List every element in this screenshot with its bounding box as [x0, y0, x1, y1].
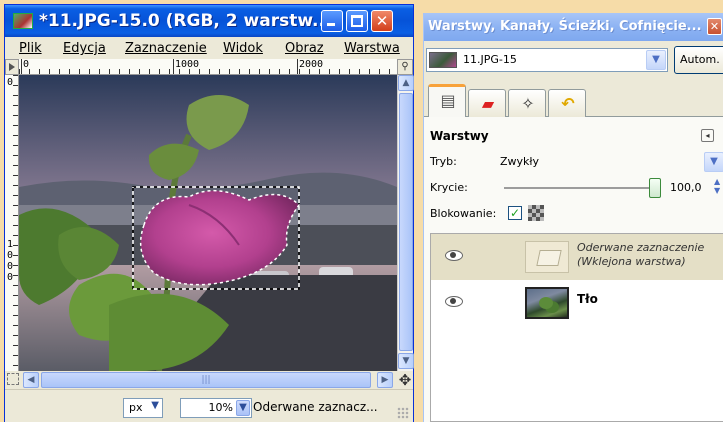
- zoom-toggle-icon[interactable]: ⚲: [397, 59, 413, 75]
- image-window-titlebar[interactable]: *11.JPG-15.0 (RGB, 2 warstw... ✕: [5, 5, 413, 37]
- ruler-label: 0: [21, 59, 29, 74]
- layers-panel: Warstwy ◂ Tryb: Zwykły ▼ Krycie: 100,0 ▲…: [424, 117, 723, 422]
- quick-menu-button[interactable]: [5, 59, 19, 75]
- opacity-spinner-icon[interactable]: ▲ ▼: [714, 177, 723, 197]
- lock-alpha-icon[interactable]: [528, 205, 544, 221]
- close-button[interactable]: ✕: [371, 10, 393, 32]
- menu-plik[interactable]: Plik: [19, 41, 42, 56]
- quick-mask-icon[interactable]: [7, 373, 19, 385]
- menu-zaznaczenie[interactable]: Zaznaczenie: [125, 41, 207, 56]
- horizontal-scroll-thumb[interactable]: |||: [41, 372, 371, 388]
- menubar: Plik Edycja Zaznaczenie Widok Obraz Wars…: [5, 37, 413, 59]
- vertical-scroll-thumb[interactable]: [399, 93, 413, 351]
- unit-value: px: [129, 401, 143, 414]
- image-selector-row: 11.JPG-15 ▼ Autom.: [424, 41, 723, 79]
- close-icon: ✕: [375, 12, 389, 30]
- resize-grip-icon[interactable]: [397, 407, 409, 419]
- tab-layers[interactable]: ▤: [428, 84, 466, 118]
- panel-menu-icon[interactable]: ◂: [701, 129, 714, 142]
- unit-select[interactable]: px ▼: [123, 398, 163, 418]
- ruler-label: 1000: [173, 59, 199, 74]
- navigate-icon[interactable]: ✥: [397, 372, 413, 388]
- menu-edycja[interactable]: Edycja: [63, 41, 106, 56]
- image-window: *11.JPG-15.0 (RGB, 2 warstw... ✕ Plik Ed…: [4, 4, 414, 422]
- scroll-left-icon[interactable]: ◀: [23, 372, 39, 388]
- vertical-scrollbar[interactable]: ▲ ▼: [397, 75, 414, 371]
- chevron-down-icon: ▼: [236, 400, 250, 416]
- layer-thumbnail: [525, 287, 569, 319]
- layers-dock-titlebar[interactable]: Warstwy, Kanały, Ścieżki, Cofnięcie... ✕: [424, 13, 723, 41]
- tab-paths[interactable]: ✧: [508, 89, 546, 117]
- undo-icon: ↶: [561, 94, 575, 113]
- zoom-select[interactable]: 10% ▼: [180, 398, 252, 418]
- minimize-icon: [327, 23, 335, 26]
- scroll-down-icon[interactable]: ▼: [398, 353, 414, 369]
- opacity-slider-handle[interactable]: [649, 178, 661, 198]
- tab-undo[interactable]: ↶: [548, 89, 586, 117]
- ruler-label: 0: [6, 261, 14, 272]
- layer-name: Oderwane zaznaczenie (Wklejona warstwa): [577, 241, 705, 268]
- image-window-title: *11.JPG-15.0 (RGB, 2 warstw...: [39, 11, 332, 31]
- opacity-label: Krycie:: [430, 181, 468, 194]
- ruler-label: 0: [6, 250, 14, 261]
- image-selector-value: 11.JPG-15: [463, 53, 517, 66]
- chevron-down-icon[interactable]: ▼: [646, 50, 666, 70]
- menu-widok[interactable]: Widok: [223, 41, 263, 56]
- opacity-slider[interactable]: [504, 187, 654, 189]
- maximize-icon: [351, 15, 363, 27]
- ruler-label: 0: [6, 272, 14, 283]
- scroll-right-icon[interactable]: ▶: [377, 372, 393, 388]
- status-bar: px ▼ 10% ▼ Oderwane zaznacz...: [5, 389, 413, 422]
- image-selector-combo[interactable]: 11.JPG-15 ▼: [426, 48, 668, 72]
- close-icon[interactable]: ✕: [707, 18, 722, 35]
- layer-row-floating[interactable]: Oderwane zaznaczenie (Wklejona warstwa): [431, 234, 723, 280]
- menu-warstwa[interactable]: Warstwa: [344, 41, 400, 56]
- scroll-up-icon[interactable]: ▲: [398, 75, 414, 91]
- layer-row-background[interactable]: Tło: [431, 280, 723, 326]
- auto-button[interactable]: Autom.: [674, 46, 723, 74]
- horizontal-ruler[interactable]: 0 1000 2000: [19, 59, 397, 75]
- layers-icon: ▤: [440, 91, 456, 110]
- gimp-image-icon: [13, 13, 33, 29]
- channels-icon: ▰: [481, 94, 495, 113]
- minimize-button[interactable]: [321, 10, 343, 32]
- lock-pixels-checkbox[interactable]: ✓: [508, 206, 522, 220]
- chevron-down-icon: ▼: [704, 152, 723, 172]
- ruler-label: 0: [6, 77, 14, 88]
- mode-value: Zwykły: [500, 155, 540, 168]
- layer-thumbnail: [525, 241, 569, 273]
- ruler-label: 2000: [297, 59, 323, 74]
- layers-dock-title: Warstwy, Kanały, Ścieżki, Cofnięcie...: [428, 19, 702, 34]
- image-thumbnail: [429, 52, 457, 68]
- layers-list: Oderwane zaznaczenie (Wklejona warstwa) …: [430, 233, 723, 422]
- opacity-value[interactable]: 100,0: [670, 181, 702, 194]
- zoom-value: 10%: [208, 401, 233, 414]
- mode-label: Tryb:: [430, 155, 457, 168]
- lock-label: Blokowanie:: [430, 207, 497, 220]
- panel-heading: Warstwy: [430, 129, 489, 143]
- menu-obraz[interactable]: Obraz: [285, 41, 324, 56]
- chevron-down-icon: ▼: [151, 400, 159, 411]
- status-message: Oderwane zaznacz...: [253, 400, 378, 414]
- image-canvas[interactable]: [19, 75, 397, 371]
- layers-dock-window: Warstwy, Kanały, Ścieżki, Cofnięcie... ✕…: [423, 13, 723, 422]
- paths-icon: ✧: [521, 94, 535, 113]
- mode-select[interactable]: Zwykły ▼: [496, 152, 723, 172]
- dock-tabs: ▤ ▰ ✧ ↶: [424, 79, 723, 118]
- tab-channels[interactable]: ▰: [468, 89, 506, 117]
- photo-image: [19, 75, 397, 371]
- vertical-ruler[interactable]: 0 1 0 0 0: [5, 75, 19, 371]
- visibility-eye-icon[interactable]: [445, 295, 463, 307]
- maximize-button[interactable]: [346, 10, 368, 32]
- horizontal-scrollbar: ◀ ||| ▶ ✥: [5, 371, 413, 389]
- layer-name: Tło: [577, 292, 598, 306]
- visibility-eye-icon[interactable]: [445, 249, 463, 261]
- ruler-label: 1: [6, 239, 14, 250]
